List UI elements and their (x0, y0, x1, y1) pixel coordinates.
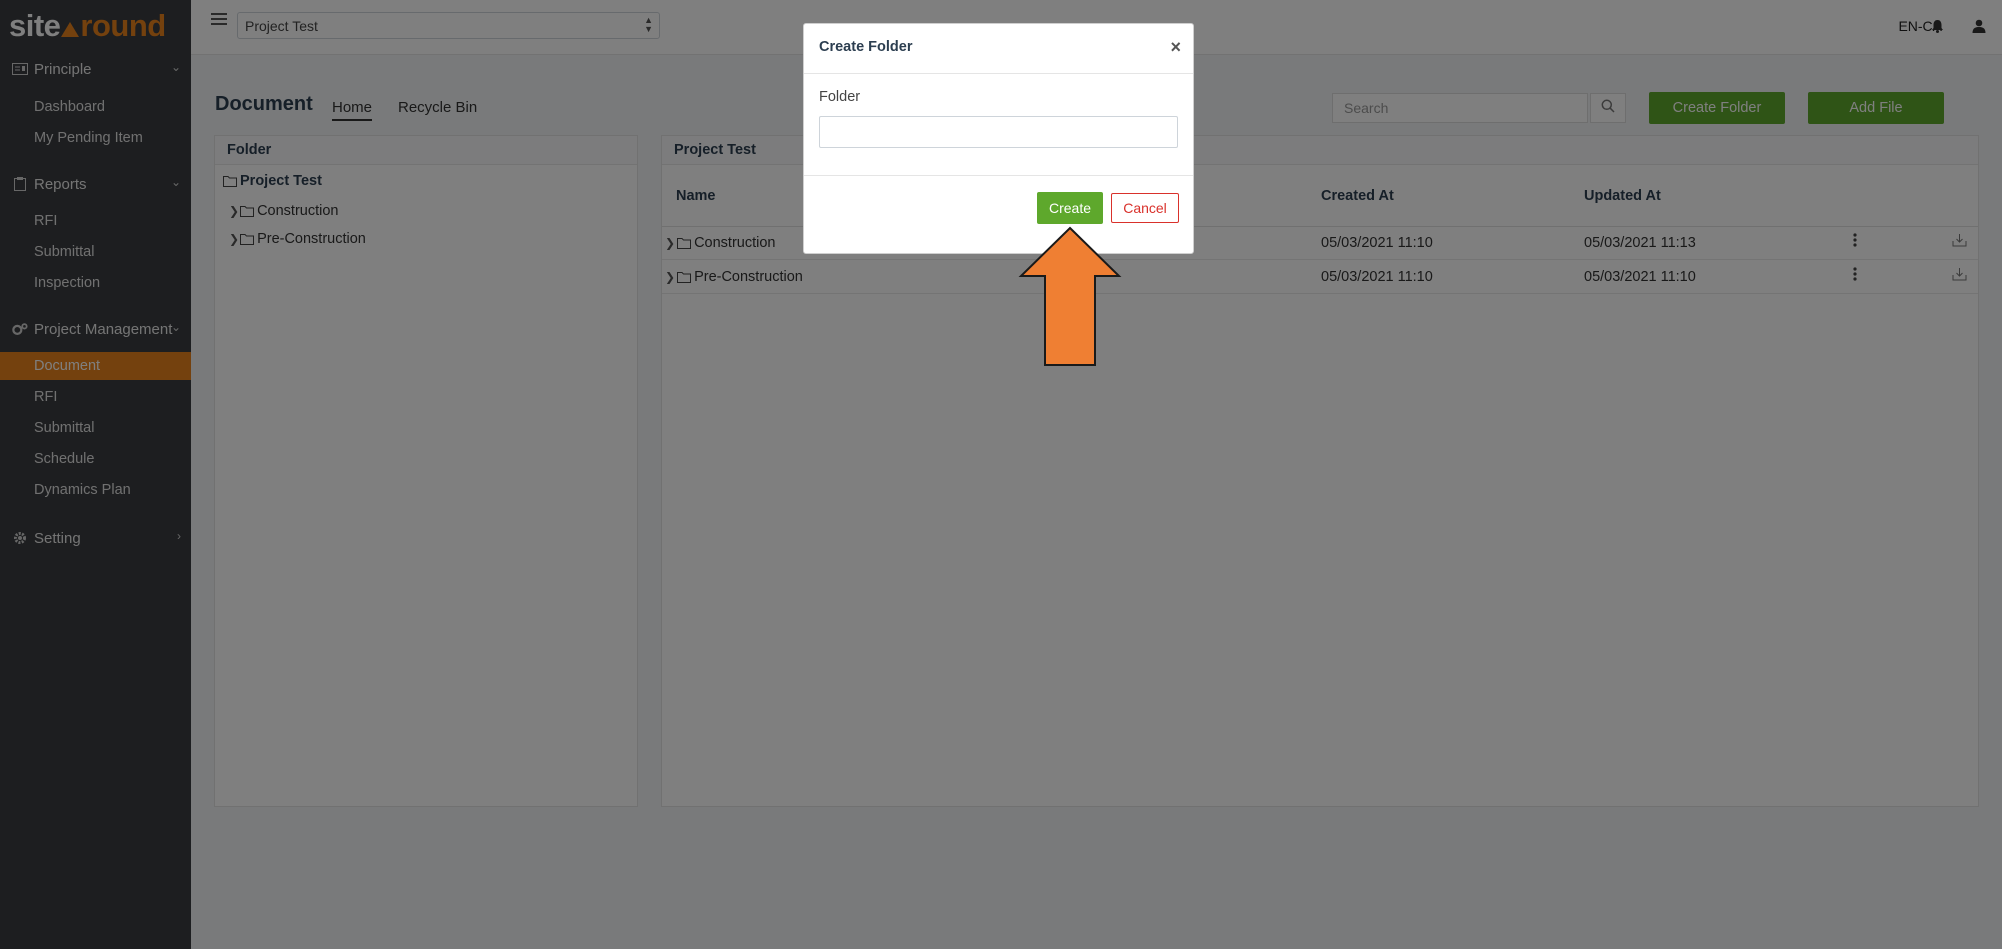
cancel-button[interactable]: Cancel (1111, 193, 1179, 223)
modal-title: Create Folder (819, 39, 913, 55)
create-button[interactable]: Create (1037, 192, 1103, 224)
arrow-up-icon (1018, 226, 1122, 366)
folder-name-input[interactable] (819, 116, 1178, 148)
folder-name-label: Folder (819, 89, 861, 105)
create-folder-modal: Create Folder × Folder Create Cancel (803, 23, 1194, 254)
modal-body: Folder (804, 74, 1193, 176)
modal-header: Create Folder × (804, 24, 1193, 74)
close-icon[interactable]: × (1170, 37, 1181, 58)
